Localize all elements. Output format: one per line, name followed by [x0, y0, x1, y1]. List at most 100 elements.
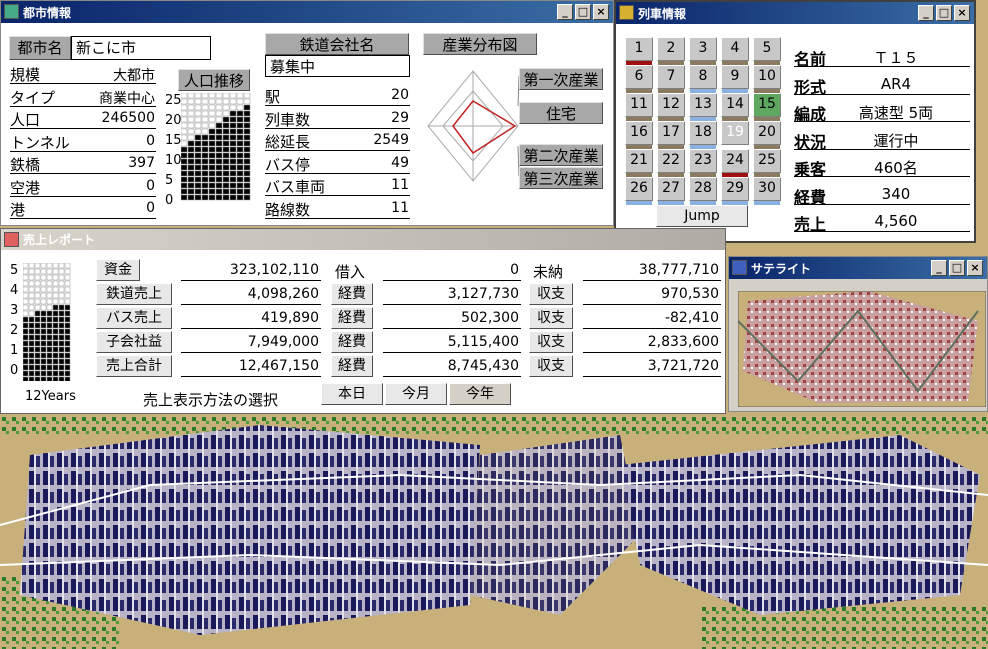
- sales-report-titlebar[interactable]: 売上レポート: [1, 229, 725, 250]
- sales-row-button[interactable]: 資金: [96, 259, 140, 281]
- satellite-map[interactable]: [738, 291, 986, 407]
- sales-right-label[interactable]: 収支: [529, 331, 573, 353]
- city-name-button[interactable]: 都市名: [9, 36, 71, 60]
- axis-tick-label: 10: [165, 153, 182, 168]
- sales-mid-label[interactable]: 経費: [331, 283, 373, 305]
- maximize-button[interactable]: □: [575, 4, 591, 20]
- sales-row-button[interactable]: 売上合計: [96, 355, 172, 377]
- industry-tertiary-label[interactable]: 第三次産業: [519, 167, 603, 189]
- city-name-field[interactable]: 新こに市: [71, 36, 211, 60]
- report-icon: [4, 232, 19, 247]
- train-number: 18: [694, 124, 712, 140]
- population-trend-button[interactable]: 人口推移: [178, 69, 250, 91]
- train-select-button[interactable]: 29: [721, 177, 749, 205]
- industry-map-button[interactable]: 産業分布図: [423, 33, 537, 55]
- sales-right-label[interactable]: 収支: [529, 283, 573, 305]
- divider: [265, 150, 410, 151]
- city-info-titlebar[interactable]: 都市情報 _ □ ×: [1, 1, 613, 23]
- rail-stat-label: 駅: [265, 88, 281, 106]
- sales-mid-label[interactable]: 経費: [331, 355, 373, 377]
- close-button[interactable]: ×: [967, 260, 983, 276]
- period-tab[interactable]: 今月: [385, 383, 447, 405]
- train-select-button[interactable]: 5: [753, 37, 781, 65]
- period-tab[interactable]: 今年: [449, 383, 511, 405]
- rail-stat-value: 29: [391, 109, 409, 126]
- train-select-button[interactable]: 28: [689, 177, 717, 205]
- train-select-button[interactable]: 10: [753, 65, 781, 93]
- maximize-button[interactable]: □: [936, 5, 952, 21]
- train-select-button[interactable]: 19: [721, 121, 749, 145]
- city-info-window: 都市情報 _ □ × 都市名 新こに市 規模 大都市 タイプ 商業中心 人口 246500…: [0, 0, 614, 226]
- train-select-button[interactable]: 8: [689, 65, 717, 93]
- train-info-value: 340: [881, 184, 911, 203]
- train-info-titlebar[interactable]: 列車情報 _ □ ×: [616, 2, 974, 24]
- divider: [383, 328, 521, 329]
- train-select-button[interactable]: 25: [753, 149, 781, 177]
- train-number: 13: [694, 96, 712, 112]
- minimize-button[interactable]: _: [918, 5, 934, 21]
- industry-primary-label[interactable]: 第一次産業: [519, 68, 603, 90]
- period-tab[interactable]: 本日: [321, 383, 383, 405]
- train-select-button[interactable]: 16: [625, 121, 653, 149]
- train-select-button[interactable]: 13: [689, 93, 717, 121]
- sales-report-window: 売上レポート 5 4 3 2 1 0 12Years 資金 323,102,110 借入 0 未納…: [0, 228, 726, 414]
- train-select-button[interactable]: 9: [721, 65, 749, 93]
- train-select-button[interactable]: 11: [625, 93, 653, 121]
- sales-mid-label[interactable]: 経費: [331, 331, 373, 353]
- train-select-button[interactable]: 14: [721, 93, 749, 121]
- axis-tick-label: 4: [10, 283, 19, 298]
- train-select-button[interactable]: 17: [657, 121, 685, 149]
- rail-company-field[interactable]: 募集中: [265, 55, 410, 77]
- sales-right-value: 2,833,600: [647, 334, 719, 350]
- close-button[interactable]: ×: [954, 5, 970, 21]
- sales-right-label[interactable]: 収支: [529, 307, 573, 329]
- minimize-button[interactable]: _: [557, 4, 573, 20]
- sales-mid-label[interactable]: 経費: [331, 307, 373, 329]
- train-select-button[interactable]: 6: [625, 65, 653, 93]
- city-map[interactable]: [0, 415, 988, 649]
- industry-residential-label[interactable]: 住宅: [519, 102, 603, 124]
- train-select-button[interactable]: 24: [721, 149, 749, 177]
- city-stat-value: 397: [128, 155, 155, 171]
- divider: [794, 231, 970, 232]
- sales-row-button[interactable]: 鉄道売上: [96, 283, 172, 305]
- rail-stat-value: 11: [391, 177, 409, 193]
- train-number: 25: [758, 152, 776, 168]
- train-select-button[interactable]: 2: [657, 37, 685, 65]
- sales-row-button[interactable]: バス売上: [96, 307, 172, 329]
- train-select-button[interactable]: 18: [689, 121, 717, 149]
- maximize-button[interactable]: □: [949, 260, 965, 276]
- train-select-button[interactable]: 15: [753, 93, 781, 121]
- divider: [265, 172, 410, 174]
- sales-row-value: 7,949,000: [247, 334, 319, 350]
- train-select-button[interactable]: 1: [625, 37, 653, 65]
- train-select-button[interactable]: 7: [657, 65, 685, 93]
- jump-button[interactable]: Jump: [656, 205, 748, 227]
- satellite-window: サテライト _ □ ×: [728, 256, 988, 412]
- sales-right-label[interactable]: 収支: [529, 355, 573, 377]
- train-select-button[interactable]: 3: [689, 37, 717, 65]
- sales-row-button[interactable]: 子会社益: [96, 331, 172, 353]
- minimize-button[interactable]: _: [931, 260, 947, 276]
- industry-secondary-label[interactable]: 第二次産業: [519, 144, 603, 166]
- train-select-button[interactable]: 27: [657, 177, 685, 205]
- divider: [794, 203, 970, 205]
- train-info-window: 列車情報 _ □ × 1 2 3 4 5 6 7 8 9 10 11 12 13 14 15 16 17 18 19…: [614, 0, 976, 243]
- train-select-button[interactable]: 4: [721, 37, 749, 65]
- city-stat-label: トンネル: [10, 133, 70, 152]
- train-number: 7: [666, 68, 676, 84]
- window-title: 列車情報: [638, 6, 687, 21]
- close-button[interactable]: ×: [593, 4, 609, 20]
- divider: [583, 280, 721, 281]
- train-select-button[interactable]: 21: [625, 149, 653, 177]
- train-select-button[interactable]: 22: [657, 149, 685, 177]
- train-select-button[interactable]: 26: [625, 177, 653, 205]
- train-select-button[interactable]: 30: [753, 177, 781, 205]
- train-select-button[interactable]: 12: [657, 93, 685, 121]
- train-select-button[interactable]: 23: [689, 149, 717, 177]
- satellite-titlebar[interactable]: サテライト _ □ ×: [729, 257, 987, 279]
- years-label: 12Years: [25, 389, 76, 404]
- train-select-button[interactable]: 20: [753, 121, 781, 149]
- rail-stat-label: バス車両: [265, 178, 326, 196]
- rail-company-button[interactable]: 鉄道会社名: [265, 33, 409, 55]
